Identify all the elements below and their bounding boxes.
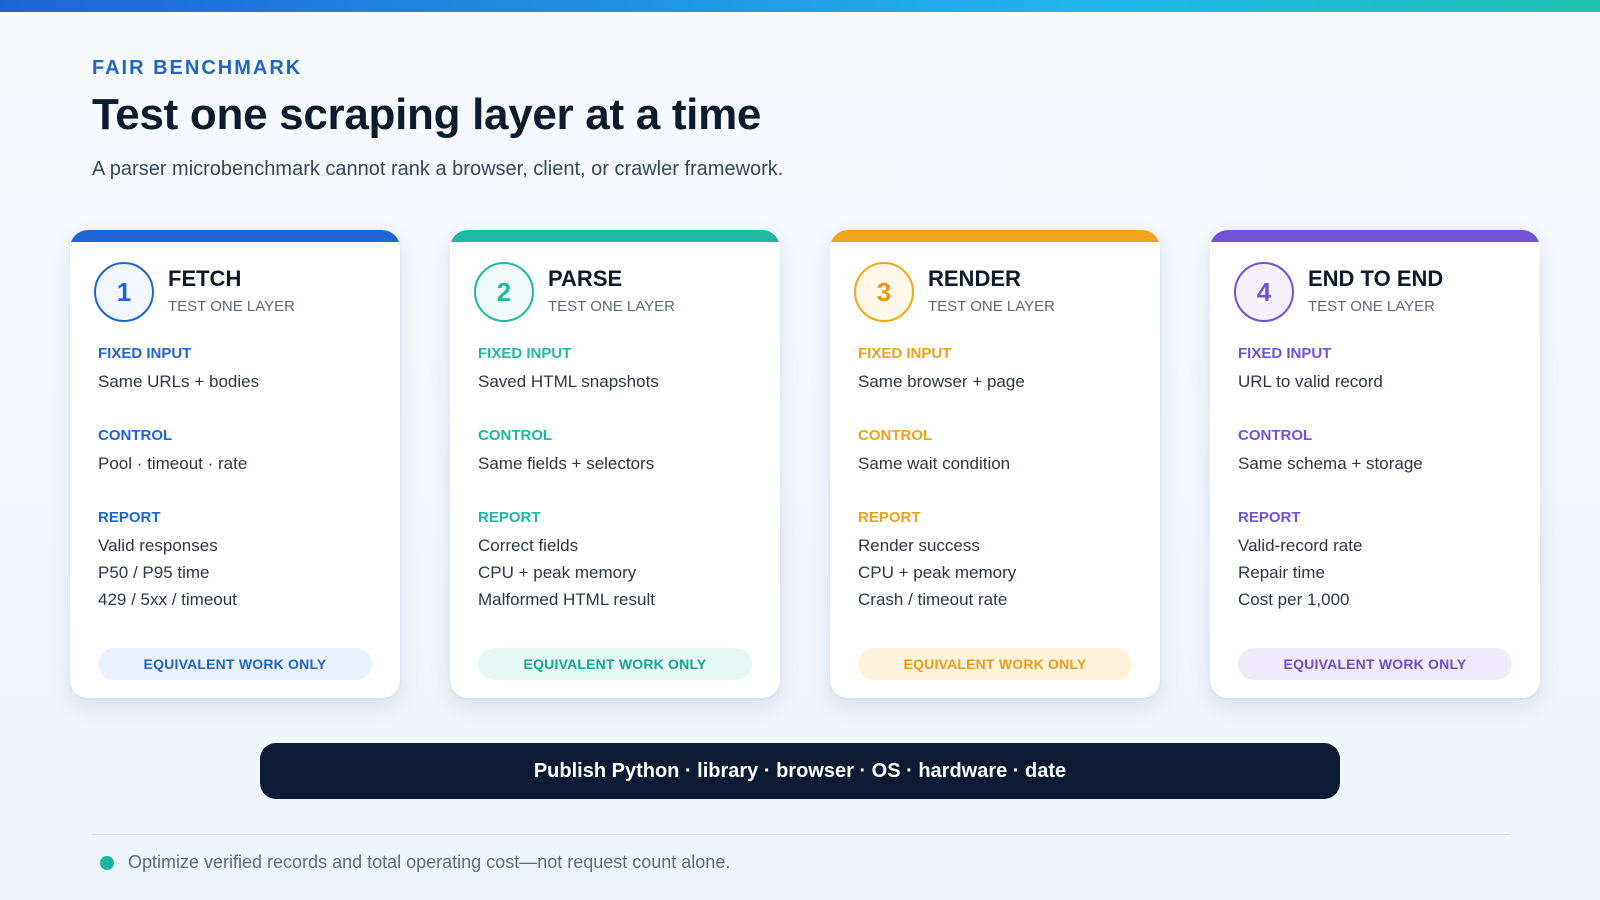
control-value: Pool · timeout · rate — [98, 454, 248, 473]
card-title: END TO END — [1308, 266, 1444, 291]
card-title: FETCH — [168, 266, 242, 291]
publish-banner: Publish Python · library · browser · OS … — [260, 743, 1340, 799]
equivalent-work-badge: EQUIVALENT WORK ONLY — [1238, 648, 1512, 680]
card-accent-bar — [70, 230, 400, 242]
report-label: REPORT — [1238, 509, 1301, 526]
control-label: CONTROL — [1238, 427, 1313, 444]
report-item: 429 / 5xx / timeout — [98, 590, 237, 609]
card-fetch: 1 FETCH TEST ONE LAYER FIXED INPUT Same … — [70, 230, 400, 698]
fixed-input-label: FIXED INPUT — [1238, 345, 1332, 362]
card-parse: 2 PARSE TEST ONE LAYER FIXED INPUT Saved… — [450, 230, 780, 698]
step-number-badge: 4 — [1234, 262, 1294, 322]
control-label: CONTROL — [858, 427, 933, 444]
report-item: Valid-record rate — [1238, 536, 1363, 555]
report-label: REPORT — [478, 509, 541, 526]
step-number-badge: 3 — [854, 262, 914, 322]
equivalent-work-badge: EQUIVALENT WORK ONLY — [478, 648, 752, 680]
card-accent-bar — [1210, 230, 1540, 242]
report-label: REPORT — [98, 509, 161, 526]
card-subtitle: TEST ONE LAYER — [168, 298, 295, 315]
card-subtitle: TEST ONE LAYER — [1308, 298, 1435, 315]
report-label: REPORT — [858, 509, 921, 526]
fixed-input-value: Saved HTML snapshots — [478, 372, 659, 391]
card-subtitle: TEST ONE LAYER — [928, 298, 1055, 315]
report-item: Correct fields — [478, 536, 579, 555]
report-item: P50 / P95 time — [98, 563, 210, 582]
footnote: Optimize verified records and total oper… — [100, 852, 730, 873]
control-value: Same wait condition — [858, 454, 1011, 473]
page-title: Test one scraping layer at a time — [92, 90, 762, 139]
eyebrow-label: FAIR BENCHMARK — [92, 57, 303, 79]
control-label: CONTROL — [478, 427, 553, 444]
report-item: Malformed HTML result — [478, 590, 655, 609]
report-item: CPU + peak memory — [858, 563, 1017, 582]
control-label: CONTROL — [98, 427, 173, 444]
control-value: Same schema + storage — [1238, 454, 1423, 473]
report-item: Valid responses — [98, 536, 218, 555]
fixed-input-value: URL to valid record — [1238, 372, 1383, 391]
card-subtitle: TEST ONE LAYER — [548, 298, 675, 315]
equivalent-work-badge: EQUIVALENT WORK ONLY — [858, 648, 1132, 680]
fixed-input-value: Same browser + page — [858, 372, 1025, 391]
bullet-dot-icon — [100, 855, 114, 870]
report-item: Crash / timeout rate — [858, 590, 1008, 609]
fixed-input-label: FIXED INPUT — [858, 345, 952, 362]
card-accent-bar — [830, 230, 1160, 242]
report-item: Cost per 1,000 — [1238, 590, 1350, 609]
card-title: PARSE — [548, 266, 623, 291]
layer-cards: 1 FETCH TEST ONE LAYER FIXED INPUT Same … — [70, 230, 1540, 700]
card-accent-bar — [450, 230, 780, 242]
top-accent-bar — [0, 0, 1600, 12]
report-item: Render success — [858, 536, 980, 555]
equivalent-work-badge: EQUIVALENT WORK ONLY — [98, 648, 372, 680]
control-value: Same fields + selectors — [478, 454, 655, 473]
page-subtitle: A parser microbenchmark cannot rank a br… — [92, 158, 784, 180]
step-number-badge: 1 — [94, 262, 154, 322]
report-item: Repair time — [1238, 563, 1325, 582]
step-number-badge: 2 — [474, 262, 534, 322]
fixed-input-label: FIXED INPUT — [478, 345, 572, 362]
divider — [92, 834, 1510, 835]
card-render: 3 RENDER TEST ONE LAYER FIXED INPUT Same… — [830, 230, 1160, 698]
fixed-input-label: FIXED INPUT — [98, 345, 192, 362]
footnote-text: Optimize verified records and total oper… — [128, 852, 731, 872]
card-title: RENDER — [928, 266, 1021, 291]
card-end-to-end: 4 END TO END TEST ONE LAYER FIXED INPUT … — [1210, 230, 1540, 698]
fixed-input-value: Same URLs + bodies — [98, 372, 260, 391]
report-item: CPU + peak memory — [478, 563, 637, 582]
